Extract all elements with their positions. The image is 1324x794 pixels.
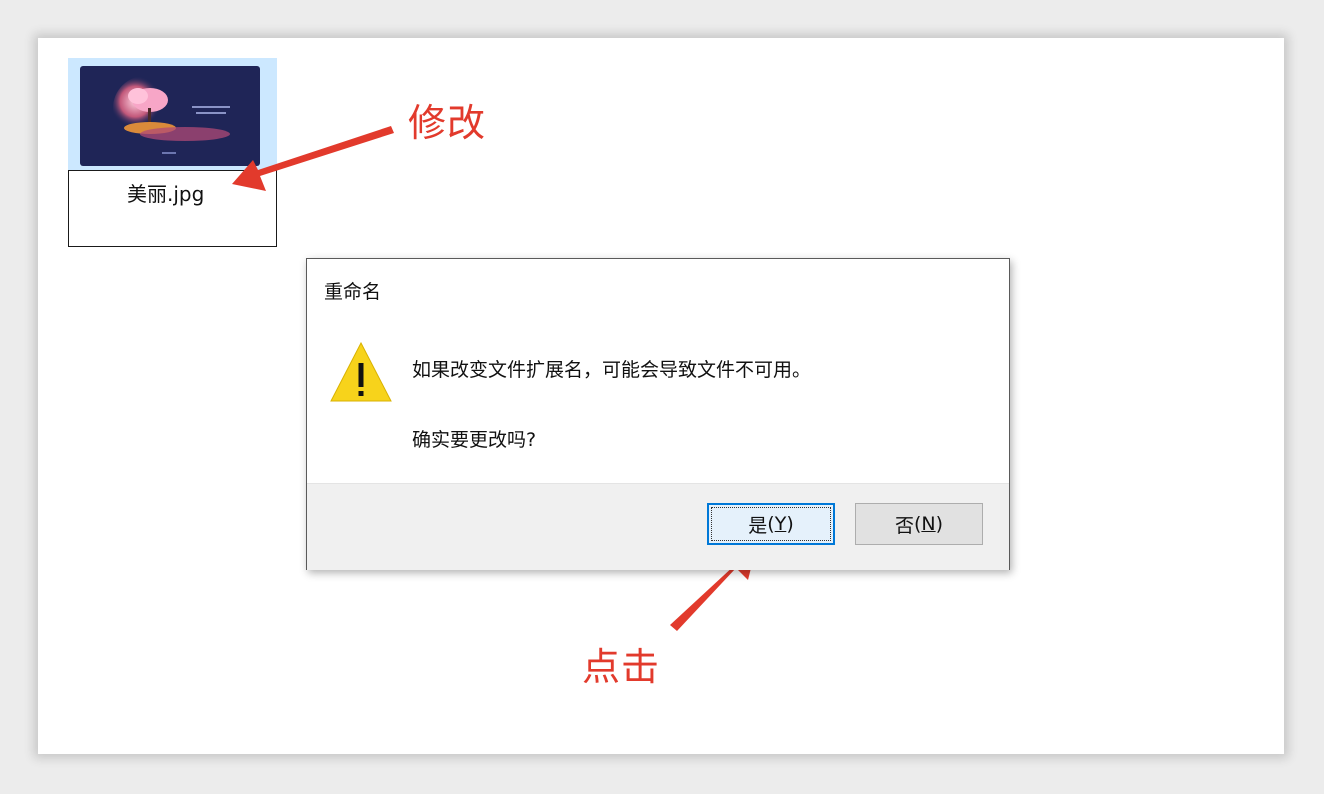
dialog-title: 重命名 — [324, 281, 382, 303]
file-item[interactable]: 美丽.jpg — [68, 58, 277, 247]
yes-button[interactable]: 是(Y) — [707, 503, 835, 545]
file-thumbnail-image — [80, 66, 260, 166]
no-button-label: 否 — [894, 514, 914, 537]
modify-annotation-label: 修改 — [408, 101, 487, 145]
warning-icon — [329, 341, 393, 405]
dialog-message-line1: 如果改变文件扩展名，可能会导致文件不可用。 — [412, 359, 812, 381]
no-button-hotkey: N — [921, 513, 936, 535]
rename-dialog: 重命名 如果改变文件扩展名，可能会导致文件不可用。 确实要更改吗? 是(Y) 否… — [306, 258, 1010, 570]
click-annotation-label: 点击 — [582, 645, 661, 689]
rename-input-box[interactable]: 美丽.jpg — [68, 170, 277, 247]
file-thumbnail-frame — [68, 58, 277, 170]
no-button[interactable]: 否(N) — [855, 503, 983, 545]
file-name-text[interactable]: 美丽.jpg — [127, 178, 204, 207]
dialog-message-line2: 确实要更改吗? — [412, 429, 537, 451]
dialog-button-bar: 是(Y) 否(N) — [307, 483, 1009, 570]
yes-button-hotkey: Y — [774, 513, 787, 535]
yes-button-label: 是 — [748, 514, 768, 537]
